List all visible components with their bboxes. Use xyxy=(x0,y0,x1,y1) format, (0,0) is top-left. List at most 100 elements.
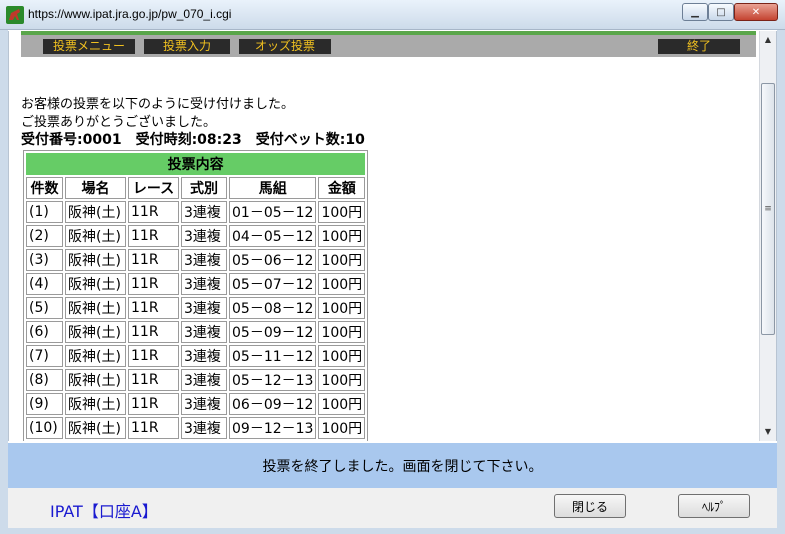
window-frame-left xyxy=(0,30,8,534)
table-row: (4) 阪神(土) 11R 3連複 05－07－12 100円 xyxy=(26,273,366,295)
close-icon: ✕ xyxy=(751,6,761,18)
cell-count: (10) xyxy=(26,417,63,439)
cell-bet-type: 3連複 xyxy=(181,201,227,223)
cell-combination: 05－06－12 xyxy=(229,249,317,271)
account-label: IPAT【口座A】 xyxy=(50,502,158,521)
maximize-button[interactable]: □ xyxy=(708,3,734,21)
cell-count: (7) xyxy=(26,345,63,367)
content-viewport: 投票メニュー 投票入力 オッズ投票 終了 お客様の投票を以下のように受け付けまし… xyxy=(8,31,777,441)
table-row: (2) 阪神(土) 11R 3連複 04－05－12 100円 xyxy=(26,225,366,247)
cell-race: 11R xyxy=(128,369,179,391)
footer-bar: IPAT【口座A】 閉じる ﾍﾙﾌﾟ xyxy=(8,488,777,528)
cell-amount: 100円 xyxy=(318,393,366,415)
table-row: (5) 阪神(土) 11R 3連複 05－08－12 100円 xyxy=(26,297,366,319)
cell-bet-type: 3連複 xyxy=(181,321,227,343)
cell-venue: 阪神(土) xyxy=(65,369,126,391)
cell-venue: 阪神(土) xyxy=(65,201,126,223)
column-header-venue: 場名 xyxy=(65,177,126,199)
close-button[interactable]: 閉じる xyxy=(554,494,626,518)
status-text: 投票を終了しました。画面を閉じて下さい。 xyxy=(262,458,543,475)
cell-bet-type: 3連複 xyxy=(181,417,227,439)
cell-count: (4) xyxy=(26,273,63,295)
cell-venue: 阪神(土) xyxy=(65,393,126,415)
menu-vote-menu-button[interactable]: 投票メニュー xyxy=(43,39,135,54)
cell-race: 11R xyxy=(128,393,179,415)
minimize-button[interactable]: ▁ xyxy=(682,3,708,21)
arrow-down-icon[interactable]: ▼ xyxy=(760,425,776,439)
cell-venue: 阪神(土) xyxy=(65,297,126,319)
confirmation-message: お客様の投票を以下のように受け付けました。 xyxy=(21,97,295,112)
vertical-scrollbar[interactable]: ▲ ≡ ▼ xyxy=(759,31,776,441)
cell-amount: 100円 xyxy=(318,273,366,295)
minimize-icon: ▁ xyxy=(691,6,699,18)
cell-amount: 100円 xyxy=(318,321,366,343)
cell-count: (5) xyxy=(26,297,63,319)
cell-bet-type: 3連複 xyxy=(181,249,227,271)
cell-bet-type: 3連複 xyxy=(181,273,227,295)
thanks-message: ご投票ありがとうございました。 xyxy=(21,115,217,130)
cell-amount: 100円 xyxy=(318,201,366,223)
column-header-amount: 金額 xyxy=(318,177,366,199)
menu-end-button[interactable]: 終了 xyxy=(658,39,740,54)
table-row: (7) 阪神(土) 11R 3連複 05－11－12 100円 xyxy=(26,345,366,367)
menu-vote-input-button[interactable]: 投票入力 xyxy=(144,39,230,54)
cell-combination: 05－09－12 xyxy=(229,321,317,343)
arrow-up-icon[interactable]: ▲ xyxy=(760,33,776,47)
horse-icon xyxy=(6,6,24,24)
cell-count: (3) xyxy=(26,249,63,271)
cell-bet-type: 3連複 xyxy=(181,393,227,415)
cell-count: (2) xyxy=(26,225,63,247)
cell-amount: 100円 xyxy=(318,369,366,391)
cell-count: (9) xyxy=(26,393,63,415)
cell-race: 11R xyxy=(128,321,179,343)
window-title: https://www.ipat.jra.go.jp/pw_070_i.cgi xyxy=(28,7,232,21)
cell-amount: 100円 xyxy=(318,225,366,247)
cell-bet-type: 3連複 xyxy=(181,369,227,391)
cell-combination: 09－12－13 xyxy=(229,417,317,439)
cell-race: 11R xyxy=(128,345,179,367)
receipt-info: 受付番号:0001 受付時刻:08:23 受付ベット数:10 xyxy=(21,132,365,148)
menu-bar: 投票メニュー 投票入力 オッズ投票 終了 xyxy=(21,35,756,57)
cell-combination: 04－05－12 xyxy=(229,225,317,247)
help-button[interactable]: ﾍﾙﾌﾟ xyxy=(678,494,750,518)
table-row: (1) 阪神(土) 11R 3連複 01－05－12 100円 xyxy=(26,201,366,223)
cell-race: 11R xyxy=(128,273,179,295)
cell-venue: 阪神(土) xyxy=(65,225,126,247)
cell-amount: 100円 xyxy=(318,417,366,439)
cell-combination: 05－11－12 xyxy=(229,345,317,367)
scroll-thumb[interactable]: ≡ xyxy=(761,83,775,335)
cell-venue: 阪神(土) xyxy=(65,417,126,439)
cell-combination: 01－05－12 xyxy=(229,201,317,223)
title-bar: https://www.ipat.jra.go.jp/pw_070_i.cgi … xyxy=(0,0,785,30)
table-row: (6) 阪神(土) 11R 3連複 05－09－12 100円 xyxy=(26,321,366,343)
cell-count: (8) xyxy=(26,369,63,391)
cell-race: 11R xyxy=(128,225,179,247)
column-header-count: 件数 xyxy=(26,177,63,199)
close-window-button[interactable]: ✕ xyxy=(734,3,778,21)
cell-count: (6) xyxy=(26,321,63,343)
cell-combination: 05－07－12 xyxy=(229,273,317,295)
cell-race: 11R xyxy=(128,417,179,439)
table-row: (9) 阪神(土) 11R 3連複 06－09－12 100円 xyxy=(26,393,366,415)
table-caption: 投票内容 xyxy=(26,153,366,175)
cell-combination: 05－12－13 xyxy=(229,369,317,391)
window-frame-right xyxy=(777,30,785,534)
table-row: (3) 阪神(土) 11R 3連複 05－06－12 100円 xyxy=(26,249,366,271)
cell-combination: 06－09－12 xyxy=(229,393,317,415)
bet-rows: (1) 阪神(土) 11R 3連複 01－05－12 100円 (2) 阪神(土) 11R 3連複… xyxy=(26,201,366,439)
cell-race: 11R xyxy=(128,297,179,319)
status-banner: 投票を終了しました。画面を閉じて下さい。 xyxy=(8,443,777,488)
bet-table: 投票内容 件数 場名 レース 式別 馬組 金額 (1) 阪神(土) 11R 3連複 01… xyxy=(23,150,369,441)
column-header-bet-type: 式別 xyxy=(181,177,227,199)
cell-count: (1) xyxy=(26,201,63,223)
cell-race: 11R xyxy=(128,249,179,271)
window-frame-bottom xyxy=(0,528,785,534)
cell-race: 11R xyxy=(128,201,179,223)
cell-bet-type: 3連複 xyxy=(181,225,227,247)
menu-odds-vote-button[interactable]: オッズ投票 xyxy=(239,39,331,54)
cell-bet-type: 3連複 xyxy=(181,297,227,319)
cell-venue: 阪神(土) xyxy=(65,249,126,271)
table-row: (8) 阪神(土) 11R 3連複 05－12－13 100円 xyxy=(26,369,366,391)
cell-amount: 100円 xyxy=(318,297,366,319)
cell-venue: 阪神(土) xyxy=(65,273,126,295)
